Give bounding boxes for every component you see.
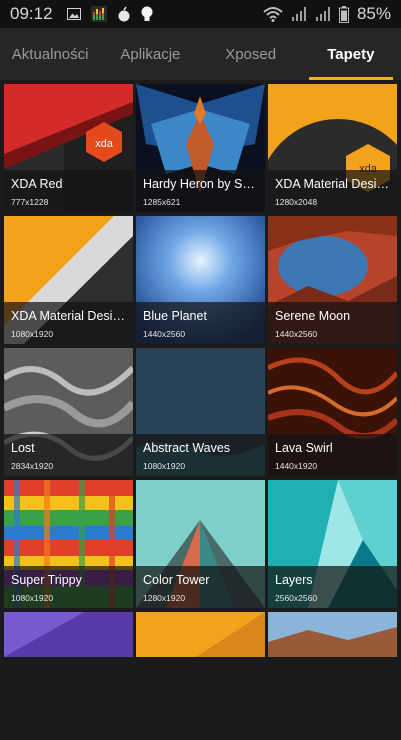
wallpaper-name: Color Tower [143, 573, 210, 587]
tab-xposed[interactable]: Xposed [201, 28, 301, 80]
bomb-icon [117, 6, 131, 22]
battery-icon [338, 5, 349, 23]
wallpaper-resolution: 1080x1920 [11, 593, 54, 603]
wallpaper-grid: xda XDA Red 777x1228 Hardy Heron by S Ri… [4, 84, 397, 740]
wallpaper-name: Serene Moon [275, 309, 351, 323]
wallpaper-tile[interactable]: xda XDA Red 777x1228 [4, 84, 133, 212]
wallpaper-tile[interactable]: Blue Planet 1440x2560 [136, 216, 265, 344]
battery-percentage: 85% [356, 4, 391, 23]
wallpaper-resolution: 1080x1920 [143, 461, 186, 471]
wallpaper-caption: XDA Red 777x1228 [4, 170, 133, 212]
wallpaper-name: Abstract Waves [143, 441, 231, 455]
wallpaper-name: Layers [275, 573, 313, 587]
wallpaper-thumbnail [268, 612, 397, 657]
wallpaper-tile[interactable] [4, 612, 133, 657]
wallpaper-tile[interactable]: Hardy Heron by S Ri... 1285x621 [136, 84, 265, 212]
wallpaper-caption: Hardy Heron by S Ri... 1285x621 [136, 170, 265, 212]
signal-icon [315, 6, 331, 22]
signal-icon [291, 6, 307, 22]
wallpaper-resolution: 1440x2560 [275, 329, 318, 339]
wallpaper-name: Lost [11, 441, 35, 455]
wallpaper-name: XDA Material Desig... [275, 177, 390, 191]
wallpaper-name: XDA Material Design [11, 309, 126, 323]
wallpaper-resolution: 1440x1920 [275, 461, 318, 471]
tab-aktualnosci[interactable]: Aktualności [0, 28, 100, 80]
wallpaper-caption: Serene Moon 1440x2560 [268, 302, 397, 344]
tab-bar: Aktualności Aplikacje Xposed Tapety [0, 28, 401, 80]
lightbulb-icon [141, 6, 153, 23]
wallpaper-tile[interactable] [268, 612, 397, 657]
wallpaper-tile[interactable]: Abstract Waves 1080x1920 [136, 348, 265, 476]
wallpaper-resolution: 1285x621 [143, 197, 181, 207]
wallpaper-thumbnail [136, 612, 265, 657]
wallpaper-resolution: 777x1228 [11, 197, 49, 207]
wallpaper-caption: Abstract Waves 1080x1920 [136, 434, 265, 476]
wallpaper-tile[interactable]: Color Tower 1280x1920 [136, 480, 265, 608]
wallpaper-resolution: 1440x2560 [143, 329, 186, 339]
tab-aplikacje[interactable]: Aplikacje [100, 28, 200, 80]
equalizer-app-icon [90, 6, 107, 22]
wallpaper-caption: Super Trippy 1080x1920 [4, 566, 133, 608]
wallpaper-thumbnail [4, 612, 133, 657]
wallpaper-name: Super Trippy [11, 573, 82, 587]
wallpaper-tile[interactable]: Lava Swirl 1440x1920 [268, 348, 397, 476]
wallpaper-caption: Lava Swirl 1440x1920 [268, 434, 397, 476]
wallpaper-resolution: 2834x1920 [11, 461, 54, 471]
wallpaper-tile[interactable]: xda XDA Material Desig... 1280x2048 [268, 84, 397, 212]
svg-text:xda: xda [95, 138, 114, 150]
wallpaper-caption: Lost 2834x1920 [4, 434, 133, 476]
wallpaper-caption: Layers 2560x2560 [268, 566, 397, 608]
wallpaper-caption: Blue Planet 1440x2560 [136, 302, 265, 344]
wallpaper-resolution: 1080x1920 [11, 329, 54, 339]
wallpaper-resolution: 1280x1920 [143, 593, 186, 603]
wallpaper-tile[interactable]: Super Trippy 1080x1920 [4, 480, 133, 608]
status-bar: 09:12 85% [0, 0, 401, 28]
wallpaper-name: XDA Red [11, 177, 63, 191]
wallpaper-resolution: 2560x2560 [275, 593, 318, 603]
wallpaper-resolution: 1280x2048 [275, 197, 318, 207]
wallpaper-tile[interactable]: Serene Moon 1440x2560 [268, 216, 397, 344]
wallpaper-tile[interactable]: XDA Material Design 1080x1920 [4, 216, 133, 344]
wallpaper-tile[interactable] [136, 612, 265, 657]
wallpaper-name: Hardy Heron by S Ri... [143, 177, 258, 191]
wallpaper-caption: XDA Material Design 1080x1920 [4, 302, 133, 344]
wallpaper-name: Blue Planet [143, 309, 207, 323]
tab-tapety[interactable]: Tapety [301, 28, 401, 80]
wifi-icon [263, 6, 283, 22]
wallpaper-tile[interactable]: Layers 2560x2560 [268, 480, 397, 608]
image-icon [66, 8, 81, 20]
wallpaper-caption: XDA Material Desig... 1280x2048 [268, 170, 397, 212]
wallpaper-caption: Color Tower 1280x1920 [136, 566, 265, 608]
wallpaper-name: Lava Swirl [275, 441, 333, 455]
wallpaper-tile[interactable]: Lost 2834x1920 [4, 348, 133, 476]
status-time: 09:12 [10, 4, 53, 23]
